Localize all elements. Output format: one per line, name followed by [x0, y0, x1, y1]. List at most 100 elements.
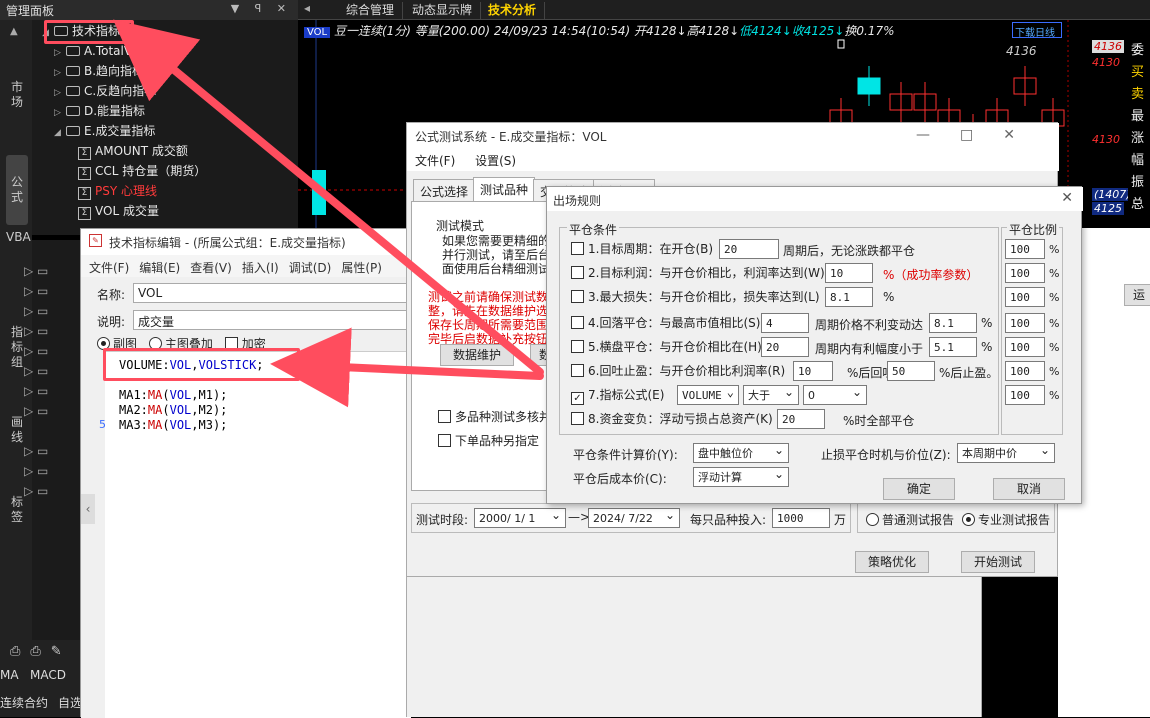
price-basis-select[interactable]: 盘中触位价 — [693, 442, 789, 463]
cost-price-select[interactable]: 浮动计算 — [693, 466, 789, 487]
exit-rule-value-2[interactable]: 8.1 — [929, 313, 977, 333]
exit-rule-value[interactable]: 10 — [793, 361, 833, 381]
desc-field[interactable]: 成交量 — [133, 310, 411, 330]
editor-menu-item[interactable]: 插入(I) — [242, 261, 279, 275]
editor-menu-item[interactable]: 文件(F) — [89, 261, 129, 275]
close-ratio-input[interactable]: 100 — [1005, 385, 1045, 405]
exit-rule-checkbox[interactable] — [571, 266, 584, 279]
ftest-menu-settings[interactable]: 设置(S) — [475, 154, 516, 168]
checkbox-single-symbol[interactable]: 下单品种另指定 — [438, 432, 539, 449]
tree-item[interactable]: ▷ C.反趋向指标 — [54, 82, 156, 100]
collapse-handle-icon[interactable]: ‹ — [81, 494, 95, 524]
download-daily-button[interactable]: 下载日线 — [1012, 22, 1062, 39]
radio-pro-report[interactable]: 专业测试报告 — [962, 511, 1050, 528]
ftest-menu-file[interactable]: 文件(F) — [415, 154, 455, 168]
tree-collapsed-row[interactable]: ▷ ▭ — [24, 302, 48, 320]
tree-item[interactable]: Σ AMOUNT 成交额 — [78, 142, 188, 160]
bottom-item-continuous[interactable]: 连续合约 — [0, 694, 48, 711]
exit-rule-value-2[interactable]: 50 — [887, 361, 935, 381]
chart-info-bar: VOL 豆一连续(1分) 等量(200.00) 24/09/23 14:54(1… — [304, 22, 1064, 40]
tab-dynamic-board[interactable]: 动态显示牌 — [404, 2, 482, 19]
radio-normal-report[interactable]: 普通测试报告 — [866, 511, 954, 528]
exit-rule-checkbox[interactable] — [571, 316, 584, 329]
close-ratio-input[interactable]: 100 — [1005, 313, 1045, 333]
tree-collapsed-row[interactable]: ▷ ▭ — [24, 342, 48, 360]
bottom-item-watchlist[interactable]: 自选 — [58, 694, 82, 711]
tree-item[interactable]: ▷ D.能量指标 — [54, 102, 145, 120]
tab-formula-select[interactable]: 公式选择 — [413, 179, 476, 201]
tab-overview[interactable]: 综合管理 — [338, 2, 404, 19]
editor-menu-item[interactable]: 属性(P) — [341, 261, 382, 275]
tree-collapsed-row[interactable]: ▷ ▭ — [24, 482, 48, 500]
editor-menu-item[interactable]: 调试(D) — [289, 261, 332, 275]
vtab-1[interactable]: 公式 — [6, 155, 28, 225]
close-icon[interactable]: ✕ — [1061, 190, 1073, 206]
editor-menu-item[interactable]: 查看(V) — [190, 261, 232, 275]
tree-item[interactable]: Σ CCL 持仓量（期货） — [78, 162, 206, 180]
strategy-optimize-button[interactable]: 策略优化 — [855, 551, 929, 573]
data-maintain-button[interactable]: 数据维护 — [440, 344, 514, 366]
tree-item[interactable]: ▷ A.TotalView指标 — [54, 42, 176, 60]
scroll-up-icon[interactable]: ▲ — [10, 26, 18, 37]
name-field[interactable]: VOL — [133, 283, 411, 303]
exit-rule-value[interactable]: 10 — [825, 263, 873, 283]
exit-rule-checkbox[interactable] — [571, 412, 584, 425]
close-ratio-input[interactable]: 100 — [1005, 287, 1045, 307]
exit-rule-value[interactable]: 8.1 — [825, 287, 873, 307]
bottom-tab-ma[interactable]: MA — [0, 668, 19, 682]
exit-rule-checkbox[interactable]: ✓ — [571, 392, 584, 405]
tree-item[interactable]: ▷ B.趋向指标 — [54, 62, 144, 80]
exit-rule-value[interactable]: 20 — [761, 337, 809, 357]
tree-item[interactable]: Σ PSY 心理线 — [78, 182, 157, 200]
tab-scroll-left-icon[interactable]: ◂ — [304, 1, 310, 15]
editor-menu-item[interactable]: 编辑(E) — [139, 261, 180, 275]
vtab-0[interactable]: 市场 — [6, 80, 28, 110]
date-from-picker[interactable]: 2000/ 1/ 1 — [474, 507, 566, 528]
tree-collapsed-row[interactable]: ▷ ▭ — [24, 402, 48, 420]
tree-item[interactable]: ◢ E.成交量指标 — [54, 122, 155, 140]
vtab-2[interactable]: VBA — [6, 230, 31, 245]
tree-collapsed-row[interactable]: ▷ ▭ — [24, 322, 48, 340]
quote-panel-label: 总 — [1131, 197, 1145, 212]
stop-timing-select[interactable]: 本周期中价 — [957, 442, 1055, 463]
panel-window-controls[interactable]: ▼ ꟼ ✕ — [231, 2, 292, 15]
right-price-2: 4130 — [1092, 56, 1120, 69]
cancel-button[interactable]: 取消 — [993, 478, 1065, 500]
checkbox-multi-parallel[interactable]: 多品种测试多核并行 — [438, 408, 563, 425]
close-ratio-input[interactable]: 100 — [1005, 263, 1045, 283]
formula-line-select[interactable]: VOLUME — [677, 384, 739, 405]
indicator-badge[interactable]: VOL — [304, 27, 331, 38]
tree-collapsed-row[interactable]: ▷ ▭ — [24, 262, 48, 280]
exit-rule-value[interactable]: 20 — [777, 409, 825, 429]
tree-collapsed-row[interactable]: ▷ ▭ — [24, 282, 48, 300]
date-to-picker[interactable]: 2024/ 7/22 — [588, 507, 680, 528]
ftest-window-controls[interactable]: —□✕ — [916, 127, 1045, 143]
tree-collapsed-row[interactable]: ▷ ▭ — [24, 462, 48, 480]
exit-rule-checkbox[interactable] — [571, 290, 584, 303]
tree-item[interactable]: Σ VOL 成交量 — [78, 202, 159, 220]
exit-rule-value[interactable]: 20 — [719, 239, 779, 259]
exit-rule-row-8: 8.资金变负：浮动亏损占总资产(K) — [571, 409, 773, 429]
exit-rule-checkbox[interactable] — [571, 340, 584, 353]
tab-technical-analysis[interactable]: 技术分析 — [480, 2, 546, 19]
exit-rule-checkbox[interactable] — [571, 242, 584, 255]
start-test-button[interactable]: 开始测试 — [961, 551, 1035, 573]
tree-collapsed-row[interactable]: ▷ ▭ — [24, 362, 48, 380]
bottom-tab-macd[interactable]: MACD — [30, 668, 66, 682]
invest-input[interactable]: 1000 — [772, 508, 830, 528]
tree-collapsed-row[interactable]: ▷ ▭ — [24, 382, 48, 400]
ok-button[interactable]: 确定 — [883, 478, 955, 500]
code-editor[interactable]: VOLUME:VOL,VOLSTICK; MA1:MA(VOL,M1); MA2:M… — [105, 351, 411, 718]
bottom-tool-icons[interactable]: ⎙⎙✎ — [10, 644, 72, 659]
tab-test-symbols[interactable]: 测试品种 — [473, 177, 536, 201]
comparison-select[interactable]: 大于 — [743, 384, 799, 405]
threshold-select[interactable]: 0 — [803, 384, 867, 405]
tree-collapsed-row[interactable]: ▷ ▭ — [24, 442, 48, 460]
close-ratio-input[interactable]: 100 — [1005, 239, 1045, 259]
exit-rule-value-2[interactable]: 5.1 — [929, 337, 977, 357]
close-ratio-input[interactable]: 100 — [1005, 361, 1045, 381]
exit-rule-value[interactable]: 4 — [761, 313, 809, 333]
close-ratio-input[interactable]: 100 — [1005, 337, 1045, 357]
right-partial-button[interactable]: 运 — [1124, 284, 1150, 306]
exit-rule-checkbox[interactable] — [571, 364, 584, 377]
